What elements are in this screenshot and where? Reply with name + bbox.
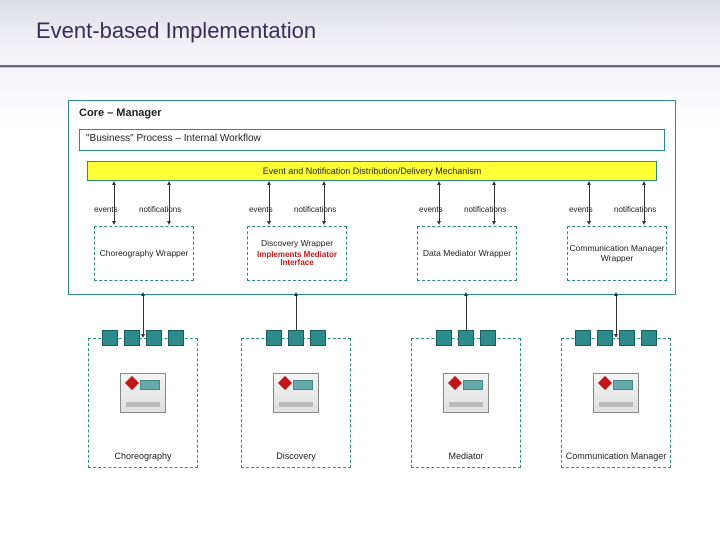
arrow-notifications — [324, 185, 325, 221]
label-notifications: notifications — [294, 205, 336, 214]
port-icon — [575, 330, 591, 346]
diagram-canvas: Core – Manager "Business" Process – Inte… — [68, 100, 676, 480]
external-discovery: Discovery — [241, 338, 351, 468]
port-icon — [146, 330, 162, 346]
implements-label: Implements Mediator Interface — [248, 251, 346, 268]
arrow-events — [114, 185, 115, 221]
arrow-notifications — [494, 185, 495, 221]
label-notifications: notifications — [614, 205, 656, 214]
ports — [412, 330, 520, 346]
port-icon — [310, 330, 326, 346]
component-icon — [120, 373, 166, 413]
label-notifications: notifications — [139, 205, 181, 214]
label-events: events — [569, 205, 593, 214]
business-process-box: "Business" Process – Internal Workflow — [79, 129, 665, 151]
wrapper-choreography: Choreography Wrapper — [94, 226, 194, 281]
divider-shadow — [0, 67, 720, 68]
connector — [296, 296, 297, 334]
external-choreography: Choreography — [88, 338, 198, 468]
arrow-notifications — [169, 185, 170, 221]
wrapper-label: Choreography Wrapper — [100, 249, 189, 258]
ports — [242, 330, 350, 346]
port-icon — [480, 330, 496, 346]
port-icon — [641, 330, 657, 346]
wrapper-data-mediator: Data Mediator Wrapper — [417, 226, 517, 281]
connector — [616, 296, 617, 334]
arrow-events — [269, 185, 270, 221]
port-icon — [597, 330, 613, 346]
port-icon — [458, 330, 474, 346]
page-title: Event-based Implementation — [0, 0, 720, 54]
wrapper-label: Discovery Wrapper — [261, 239, 333, 248]
core-title: Core – Manager — [69, 101, 675, 121]
wrapper-label: Communication Manager Wrapper — [568, 244, 666, 263]
arrow-notifications — [644, 185, 645, 221]
label-events: events — [94, 205, 118, 214]
component-icon — [273, 373, 319, 413]
wrapper-label: Data Mediator Wrapper — [423, 249, 511, 258]
ports — [89, 330, 197, 346]
component-icon — [443, 373, 489, 413]
component-icon — [593, 373, 639, 413]
external-label: Mediator — [412, 452, 520, 461]
connector — [143, 296, 144, 334]
external-communication-manager: Communication Manager — [561, 338, 671, 468]
connector — [466, 296, 467, 334]
external-label: Discovery — [242, 452, 350, 461]
port-icon — [619, 330, 635, 346]
label-notifications: notifications — [464, 205, 506, 214]
port-icon — [168, 330, 184, 346]
event-mechanism-bar: Event and Notification Distribution/Deli… — [87, 161, 657, 181]
wrapper-communication-manager: Communication Manager Wrapper — [567, 226, 667, 281]
slide: Event-based Implementation Core – Manage… — [0, 0, 720, 540]
external-label: Communication Manager — [562, 452, 670, 461]
label-events: events — [419, 205, 443, 214]
ports — [562, 330, 670, 346]
port-icon — [266, 330, 282, 346]
port-icon — [124, 330, 140, 346]
wrapper-discovery: Discovery Wrapper Implements Mediator In… — [247, 226, 347, 281]
port-icon — [288, 330, 304, 346]
label-events: events — [249, 205, 273, 214]
external-mediator: Mediator — [411, 338, 521, 468]
port-icon — [436, 330, 452, 346]
arrow-events — [439, 185, 440, 221]
port-icon — [102, 330, 118, 346]
external-label: Choreography — [89, 452, 197, 461]
core-manager-box: Core – Manager "Business" Process – Inte… — [68, 100, 676, 295]
arrow-events — [589, 185, 590, 221]
